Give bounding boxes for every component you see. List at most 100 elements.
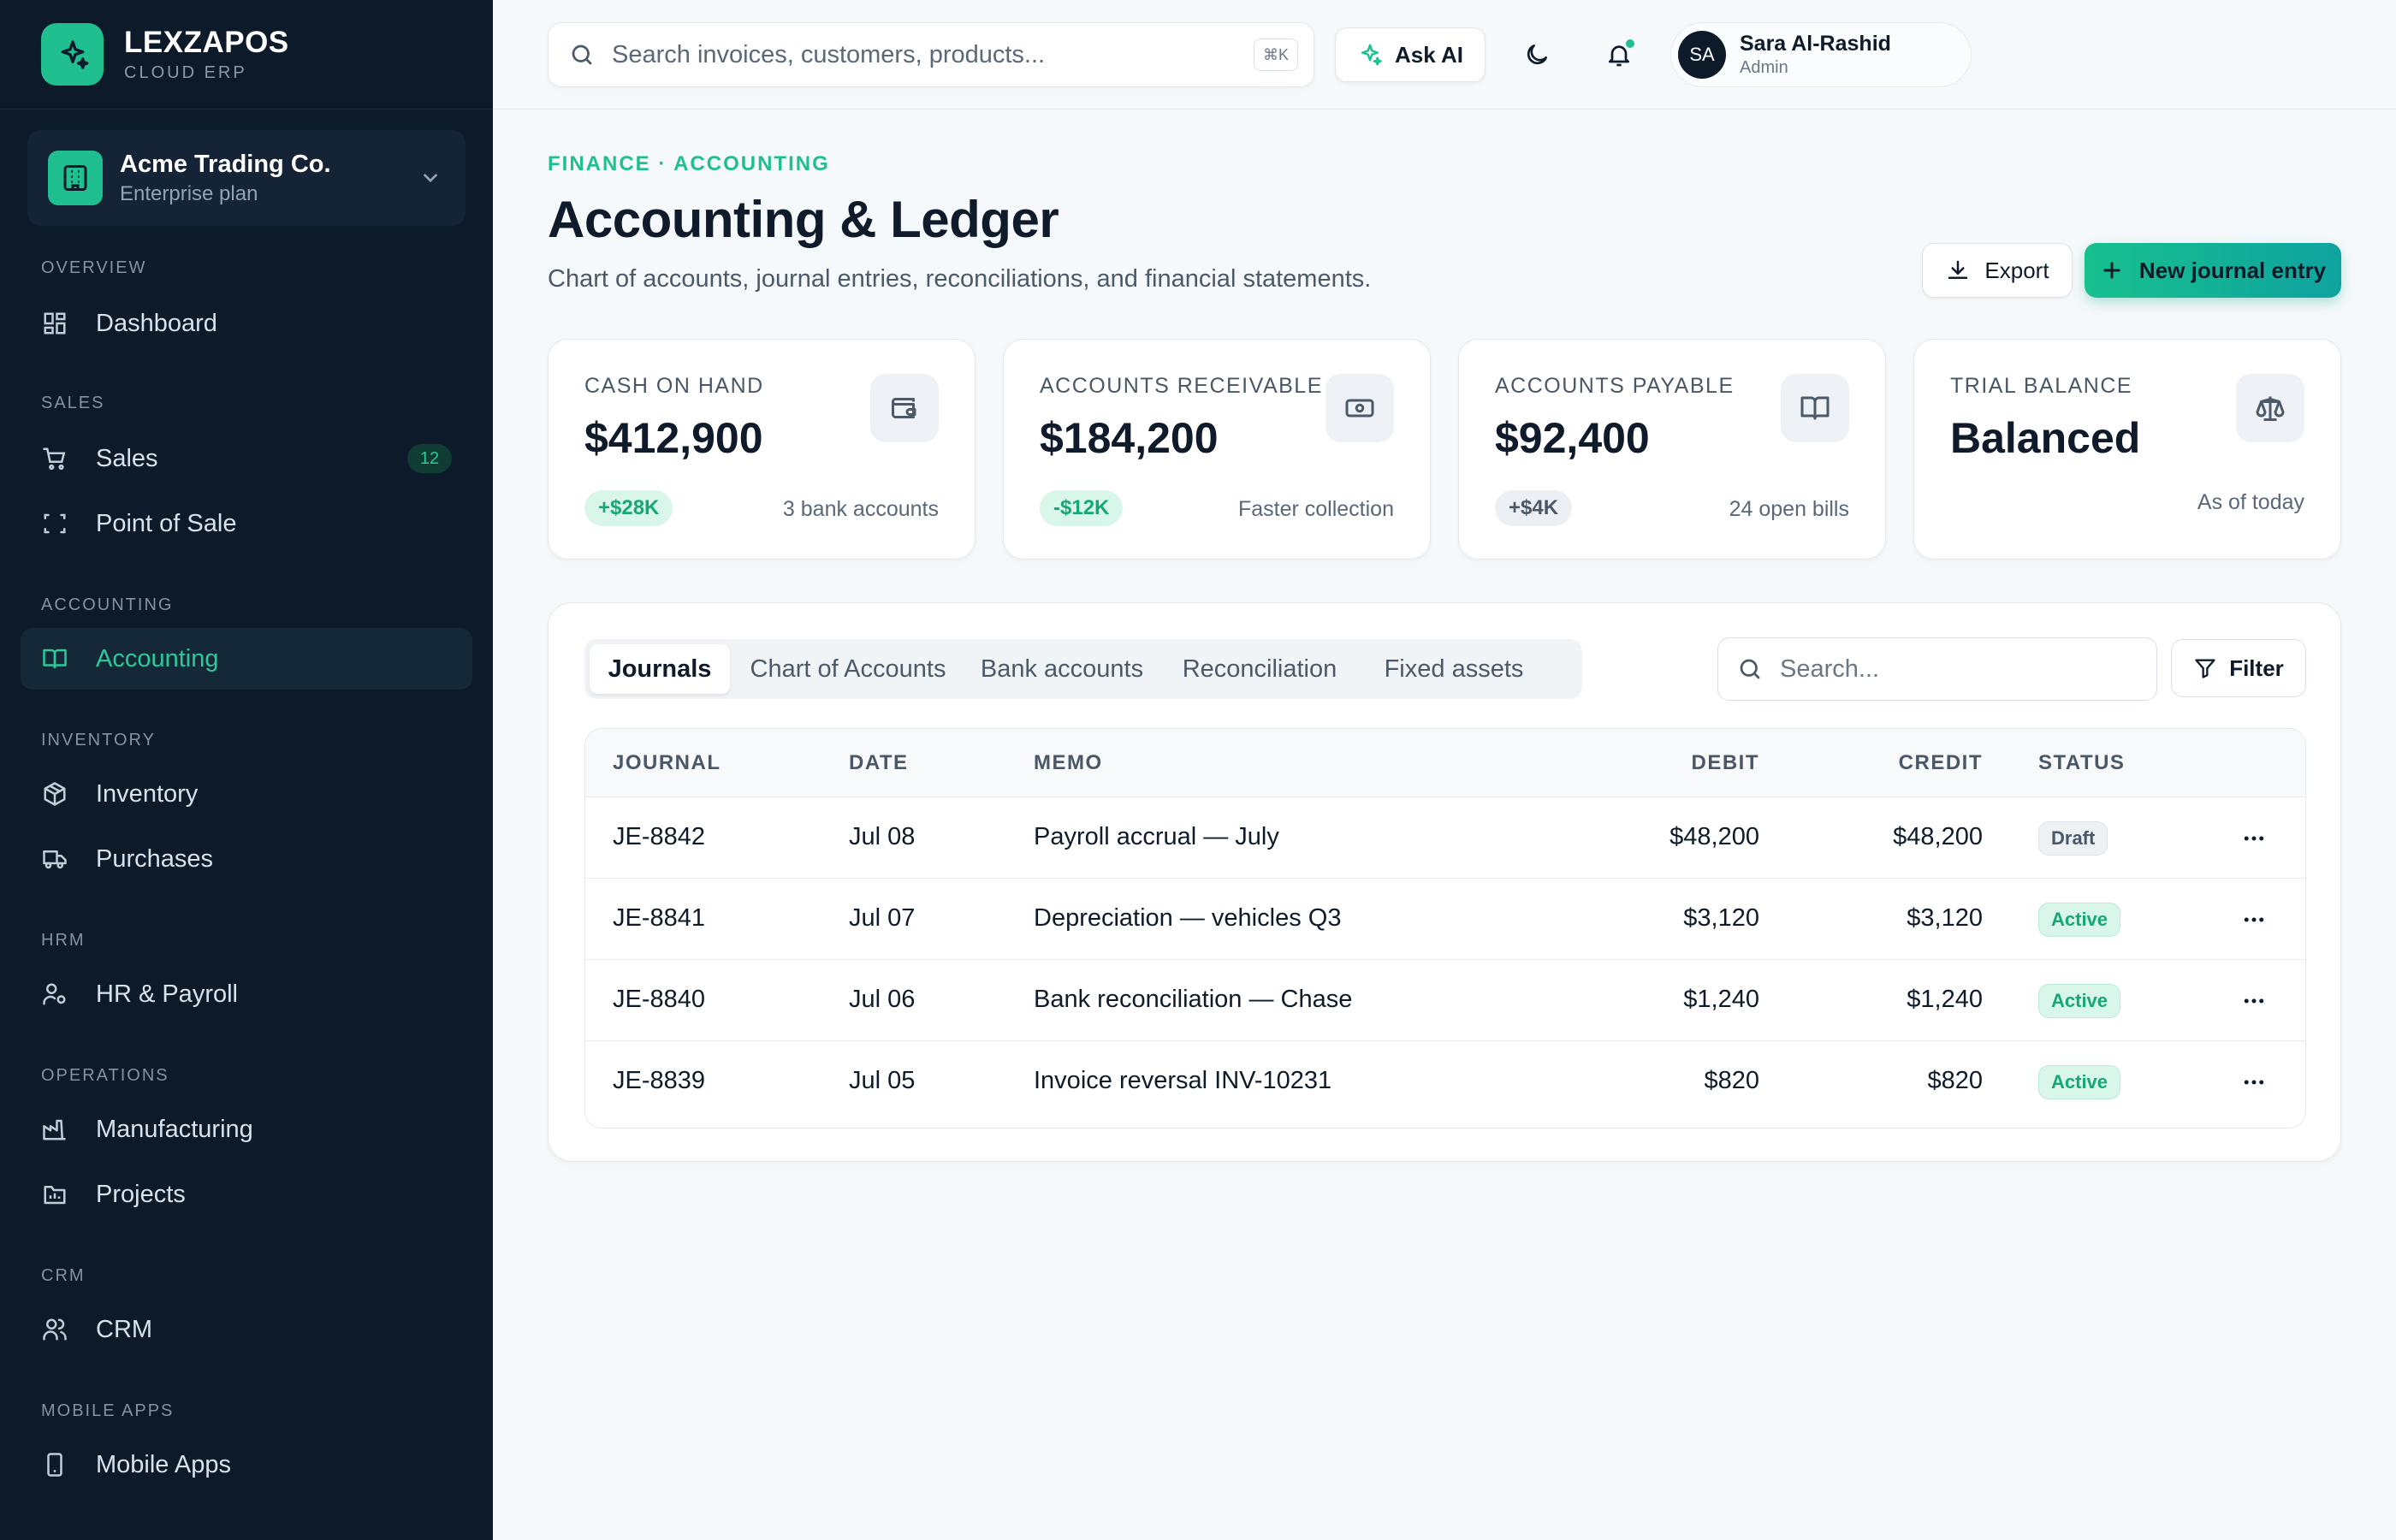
journal-credit: $48,200	[1893, 823, 1983, 850]
kpi-change-badge: -$12K	[1040, 490, 1124, 526]
sidebar-item-point-of-sale[interactable]: Point of Sale	[21, 493, 472, 554]
nav-section-crm: CRM	[41, 1266, 86, 1285]
tab-chart-of-accounts[interactable]: Chart of Accounts	[732, 644, 964, 694]
tab-fixed-assets[interactable]: Fixed assets	[1361, 644, 1546, 694]
tab-journals[interactable]: Journals	[590, 644, 730, 694]
sidebar-item-label: Accounting	[96, 644, 219, 672]
filter-button[interactable]: Filter	[2171, 639, 2306, 697]
column-header-status[interactable]: STATUS	[2038, 751, 2125, 775]
book-open-icon	[1781, 374, 1849, 442]
sidebar-item-hr-payroll[interactable]: HR & Payroll	[21, 963, 472, 1025]
column-header-date[interactable]: DATE	[849, 751, 909, 775]
column-header-credit[interactable]: CREDIT	[1899, 751, 1983, 775]
notifications-button[interactable]	[1598, 34, 1640, 75]
sidebar-item-label: Manufacturing	[96, 1115, 253, 1143]
sidebar-item-mobile-apps[interactable]: Mobile Apps	[21, 1434, 472, 1496]
brand-subtitle: CLOUD ERP	[124, 63, 247, 82]
kpi-card-accounts-receivable: ACCOUNTS RECEIVABLE $184,200 -$12K Faste…	[1003, 339, 1431, 560]
sidebar-item-label: Point of Sale	[96, 509, 237, 537]
kpi-change-badge: +$4K	[1495, 490, 1573, 526]
journal-memo: Invoice reversal INV-10231	[1034, 1067, 1332, 1094]
building-icon	[48, 151, 103, 205]
sidebar-item-accounting[interactable]: Accounting	[21, 628, 472, 690]
sidebar-item-purchases[interactable]: Purchases	[21, 828, 472, 890]
journal-id: JE-8839	[613, 1067, 706, 1094]
journal-credit: $1,240	[1907, 986, 1983, 1013]
table-header: JOURNAL DATE MEMO DEBIT CREDIT STATUS	[585, 729, 2305, 797]
tab-reconciliation[interactable]: Reconciliation	[1159, 644, 1360, 694]
more-actions-icon[interactable]	[2239, 1067, 2269, 1098]
sidebar-item-label: Purchases	[96, 844, 214, 873]
global-search-input[interactable]	[612, 40, 1228, 69]
nav-section-sales: SALES	[41, 394, 105, 412]
journal-id: JE-8842	[613, 823, 706, 850]
download-icon	[1945, 258, 1984, 283]
filter-icon	[2193, 656, 2229, 680]
nav-section-accounting: ACCOUNTING	[41, 595, 174, 614]
kpi-value: $92,400	[1495, 414, 1650, 462]
more-actions-icon[interactable]	[2239, 904, 2269, 935]
more-actions-icon[interactable]	[2239, 823, 2269, 854]
sidebar-item-label: HR & Payroll	[96, 980, 238, 1008]
kpi-change-badge: +$28K	[584, 490, 673, 526]
sidebar-item-dashboard[interactable]: Dashboard	[21, 293, 472, 354]
sidebar-item-inventory[interactable]: Inventory	[21, 763, 472, 825]
column-header-debit[interactable]: DEBIT	[1692, 751, 1760, 775]
sidebar: LEXZAPOS CLOUD ERP Acme Trading Co. Ente…	[0, 0, 493, 1540]
status-badge: Active	[2038, 1065, 2121, 1099]
tab-bank-accounts[interactable]: Bank accounts	[966, 644, 1158, 694]
kpi-value: $412,900	[584, 414, 763, 462]
export-button[interactable]: Export	[1922, 243, 2073, 298]
wallet-icon	[870, 374, 939, 442]
table-search[interactable]	[1717, 637, 2157, 701]
org-plan: Enterprise plan	[120, 181, 258, 205]
kpi-note: 24 open bills	[1729, 497, 1849, 521]
kpi-label: ACCOUNTS RECEIVABLE	[1040, 374, 1323, 398]
journal-debit: $3,120	[1683, 904, 1759, 932]
more-actions-icon[interactable]	[2239, 986, 2269, 1016]
status-badge: Draft	[2038, 821, 2108, 856]
table-row[interactable]: JE-8842 Jul 08 Payroll accrual — July $4…	[585, 797, 2305, 879]
kpi-card-accounts-payable: ACCOUNTS PAYABLE $92,400 +$4K 24 open bi…	[1458, 339, 1886, 560]
nav-section-overview: OVERVIEW	[41, 258, 147, 277]
sidebar-item-projects[interactable]: Projects	[21, 1164, 472, 1225]
table-search-input[interactable]	[1780, 654, 2139, 684]
tab-bar: Journals Chart of Accounts Bank accounts…	[584, 639, 1582, 699]
kpi-label: TRIAL BALANCE	[1950, 374, 2133, 398]
kpi-label: CASH ON HAND	[584, 374, 764, 398]
ask-ai-button[interactable]: Ask AI	[1335, 27, 1486, 82]
journal-credit: $3,120	[1907, 904, 1983, 932]
sidebar-item-label: Sales	[96, 444, 158, 472]
filter-label: Filter	[2229, 654, 2284, 681]
journal-memo: Depreciation — vehicles Q3	[1034, 904, 1342, 932]
user-menu[interactable]: SA Sara Al-Rashid Admin	[1670, 22, 1972, 87]
journal-credit: $820	[1927, 1067, 1983, 1094]
status-badge: Active	[2038, 903, 2121, 937]
sidebar-item-label: Projects	[96, 1180, 186, 1208]
cart-icon	[41, 445, 68, 472]
brand-name: LEXZAPOS	[124, 26, 289, 59]
grid-icon	[41, 310, 68, 337]
sidebar-item-label: Inventory	[96, 779, 199, 808]
topbar: ⌘K Ask AI SA Sara Al-Rashid Admin	[493, 0, 2396, 110]
page-title: Accounting & Ledger	[548, 191, 1059, 248]
journal-debit: $48,200	[1669, 823, 1759, 850]
table-row[interactable]: JE-8841 Jul 07 Depreciation — vehicles Q…	[585, 879, 2305, 960]
sidebar-item-sales[interactable]: Sales 12	[21, 428, 472, 489]
journals-table: JOURNAL DATE MEMO DEBIT CREDIT STATUS JE…	[584, 728, 2306, 1128]
sidebar-item-manufacturing[interactable]: Manufacturing	[21, 1099, 472, 1160]
notification-dot	[1624, 38, 1636, 50]
new-journal-entry-button[interactable]: New journal entry	[2085, 243, 2341, 298]
global-search[interactable]: ⌘K	[548, 22, 1314, 87]
org-switcher[interactable]: Acme Trading Co. Enterprise plan	[27, 130, 466, 226]
column-header-memo[interactable]: MEMO	[1034, 751, 1103, 775]
table-row[interactable]: JE-8839 Jul 05 Invoice reversal INV-1023…	[585, 1041, 2305, 1122]
theme-toggle-button[interactable]	[1516, 34, 1557, 75]
journal-id: JE-8841	[613, 904, 706, 932]
journal-date: Jul 08	[849, 823, 916, 850]
table-row[interactable]: JE-8840 Jul 06 Bank reconciliation — Cha…	[585, 960, 2305, 1041]
journal-id: JE-8840	[613, 986, 706, 1013]
user-cog-icon	[41, 980, 68, 1008]
column-header-journal[interactable]: JOURNAL	[613, 751, 721, 775]
sidebar-item-crm[interactable]: CRM	[21, 1299, 472, 1360]
